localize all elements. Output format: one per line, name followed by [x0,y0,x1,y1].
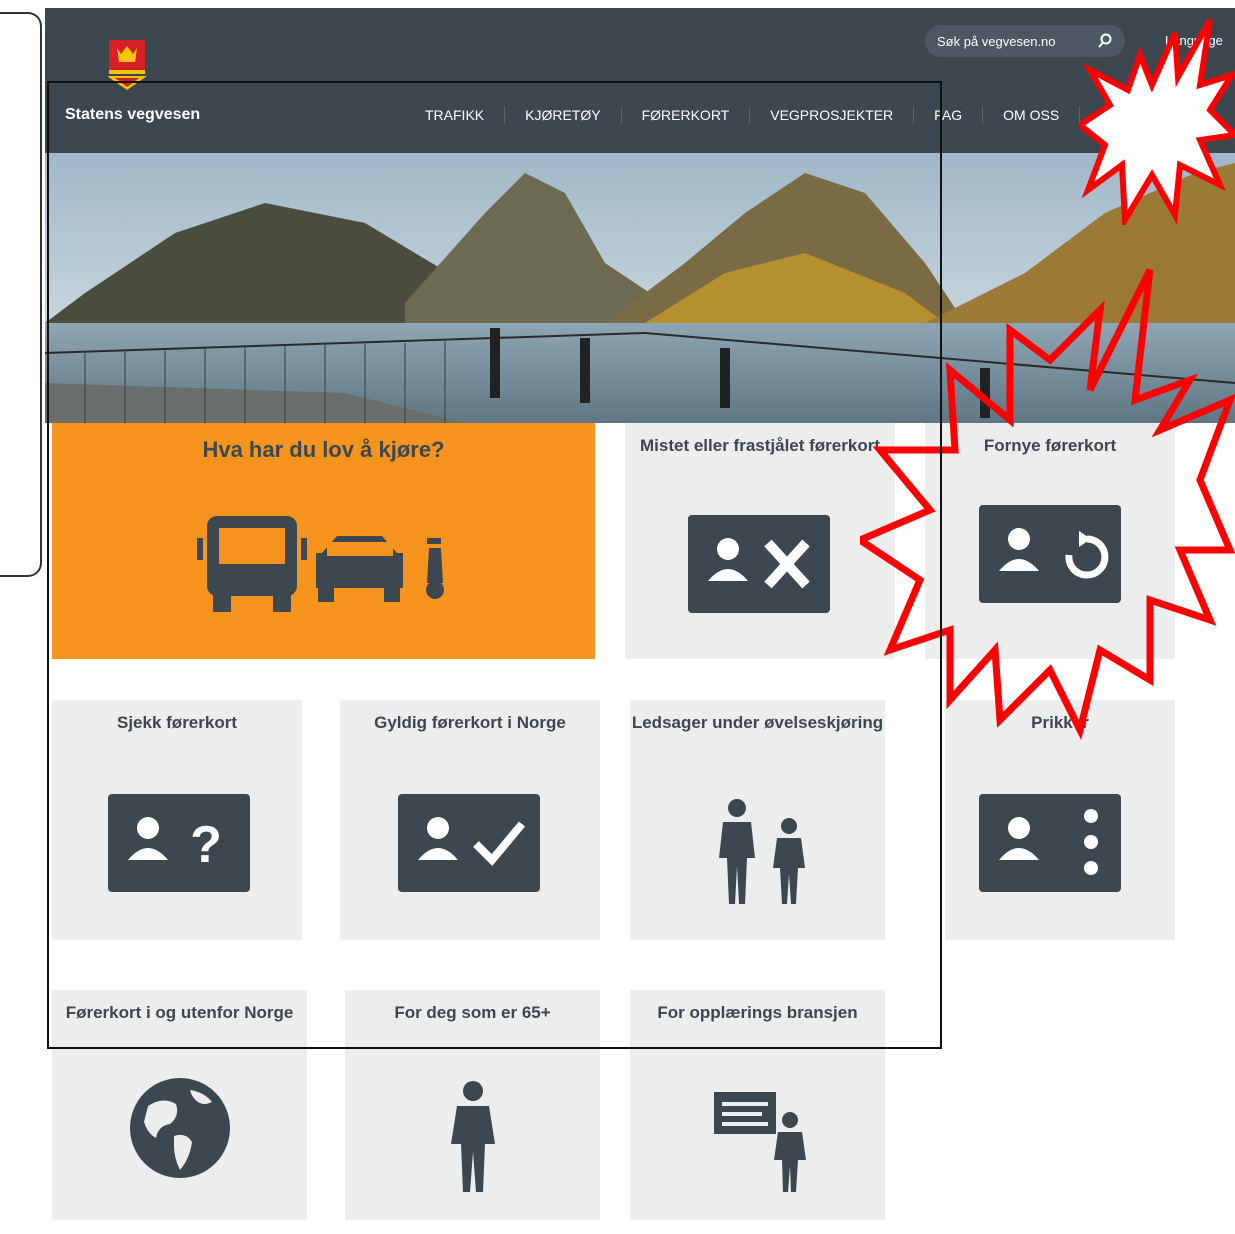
tile-title-valid: Gyldig førerkort i Norge [374,713,566,732]
tile-valid-license[interactable]: Gyldig førerkort i Norge [340,700,600,940]
featured-tile[interactable]: Hva har du lov å kjøre? [52,423,595,659]
left-panel-edge [0,12,42,577]
tile-companion[interactable]: Ledsager under øvelseskjøring [630,700,885,940]
site-header: Statens vegvesen Søk på vegvesen.no Lang… [45,8,1235,153]
nav-item-kjoretoy[interactable]: KJØRETØY [505,106,622,124]
main-nav: TRAFIKK KJØRETØY FØRERKORT VEGPROSJEKTER… [405,106,1181,124]
id-card-cross-icon [688,515,830,613]
logo-icon[interactable] [105,40,149,92]
nav-item-vegprosjekter[interactable]: VEGPROSJEKTER [750,106,915,124]
tile-title-senior: For deg som er 65+ [394,1003,551,1022]
tile-senior[interactable]: For deg som er 65+ [345,990,600,1220]
nav-item-fag[interactable]: FAG [914,106,984,124]
annotation-starburst-small [1080,18,1235,225]
tile-title-check: Sjekk førerkort [117,713,237,732]
person-icon [451,1081,495,1192]
nav-item-om-oss[interactable]: OM OSS [983,106,1081,124]
vehicles-icon [197,516,444,612]
two-persons-icon [719,799,805,904]
id-card-question-icon: ? [108,794,250,892]
tile-abroad[interactable]: Førerkort i og utenfor Norge [52,990,307,1220]
tile-lost-license[interactable]: Mistet eller frastjålet førerkort [625,423,895,659]
nav-item-trafikk[interactable]: TRAFIKK [405,106,506,124]
annotation-starburst-large [860,268,1235,741]
tile-title-industry: For opplærings bransjen [657,1003,858,1022]
id-card-check-icon [398,794,540,892]
tile-title-companion: Ledsager under øvelseskjøring [631,713,884,732]
globe-icon [130,1078,230,1178]
tile-title-abroad: Førerkort i og utenfor Norge [65,1003,294,1022]
brand-name[interactable]: Statens vegvesen [65,106,200,124]
nav-item-forerkort[interactable]: FØRERKORT [622,106,751,124]
tile-check-license[interactable]: Sjekk førerkort ? [52,700,302,940]
featured-tile-title: Hva har du lov å kjøre? [202,437,445,462]
presentation-icon [714,1092,806,1192]
tile-industry[interactable]: For opplærings bransjen [630,990,885,1220]
tile-title-lost: Mistet eller frastjålet førerkort [640,436,880,455]
svg-text:?: ? [190,816,222,874]
search-placeholder: Søk på vegvesen.no [937,33,1056,49]
id-card-dots-icon [979,794,1121,892]
